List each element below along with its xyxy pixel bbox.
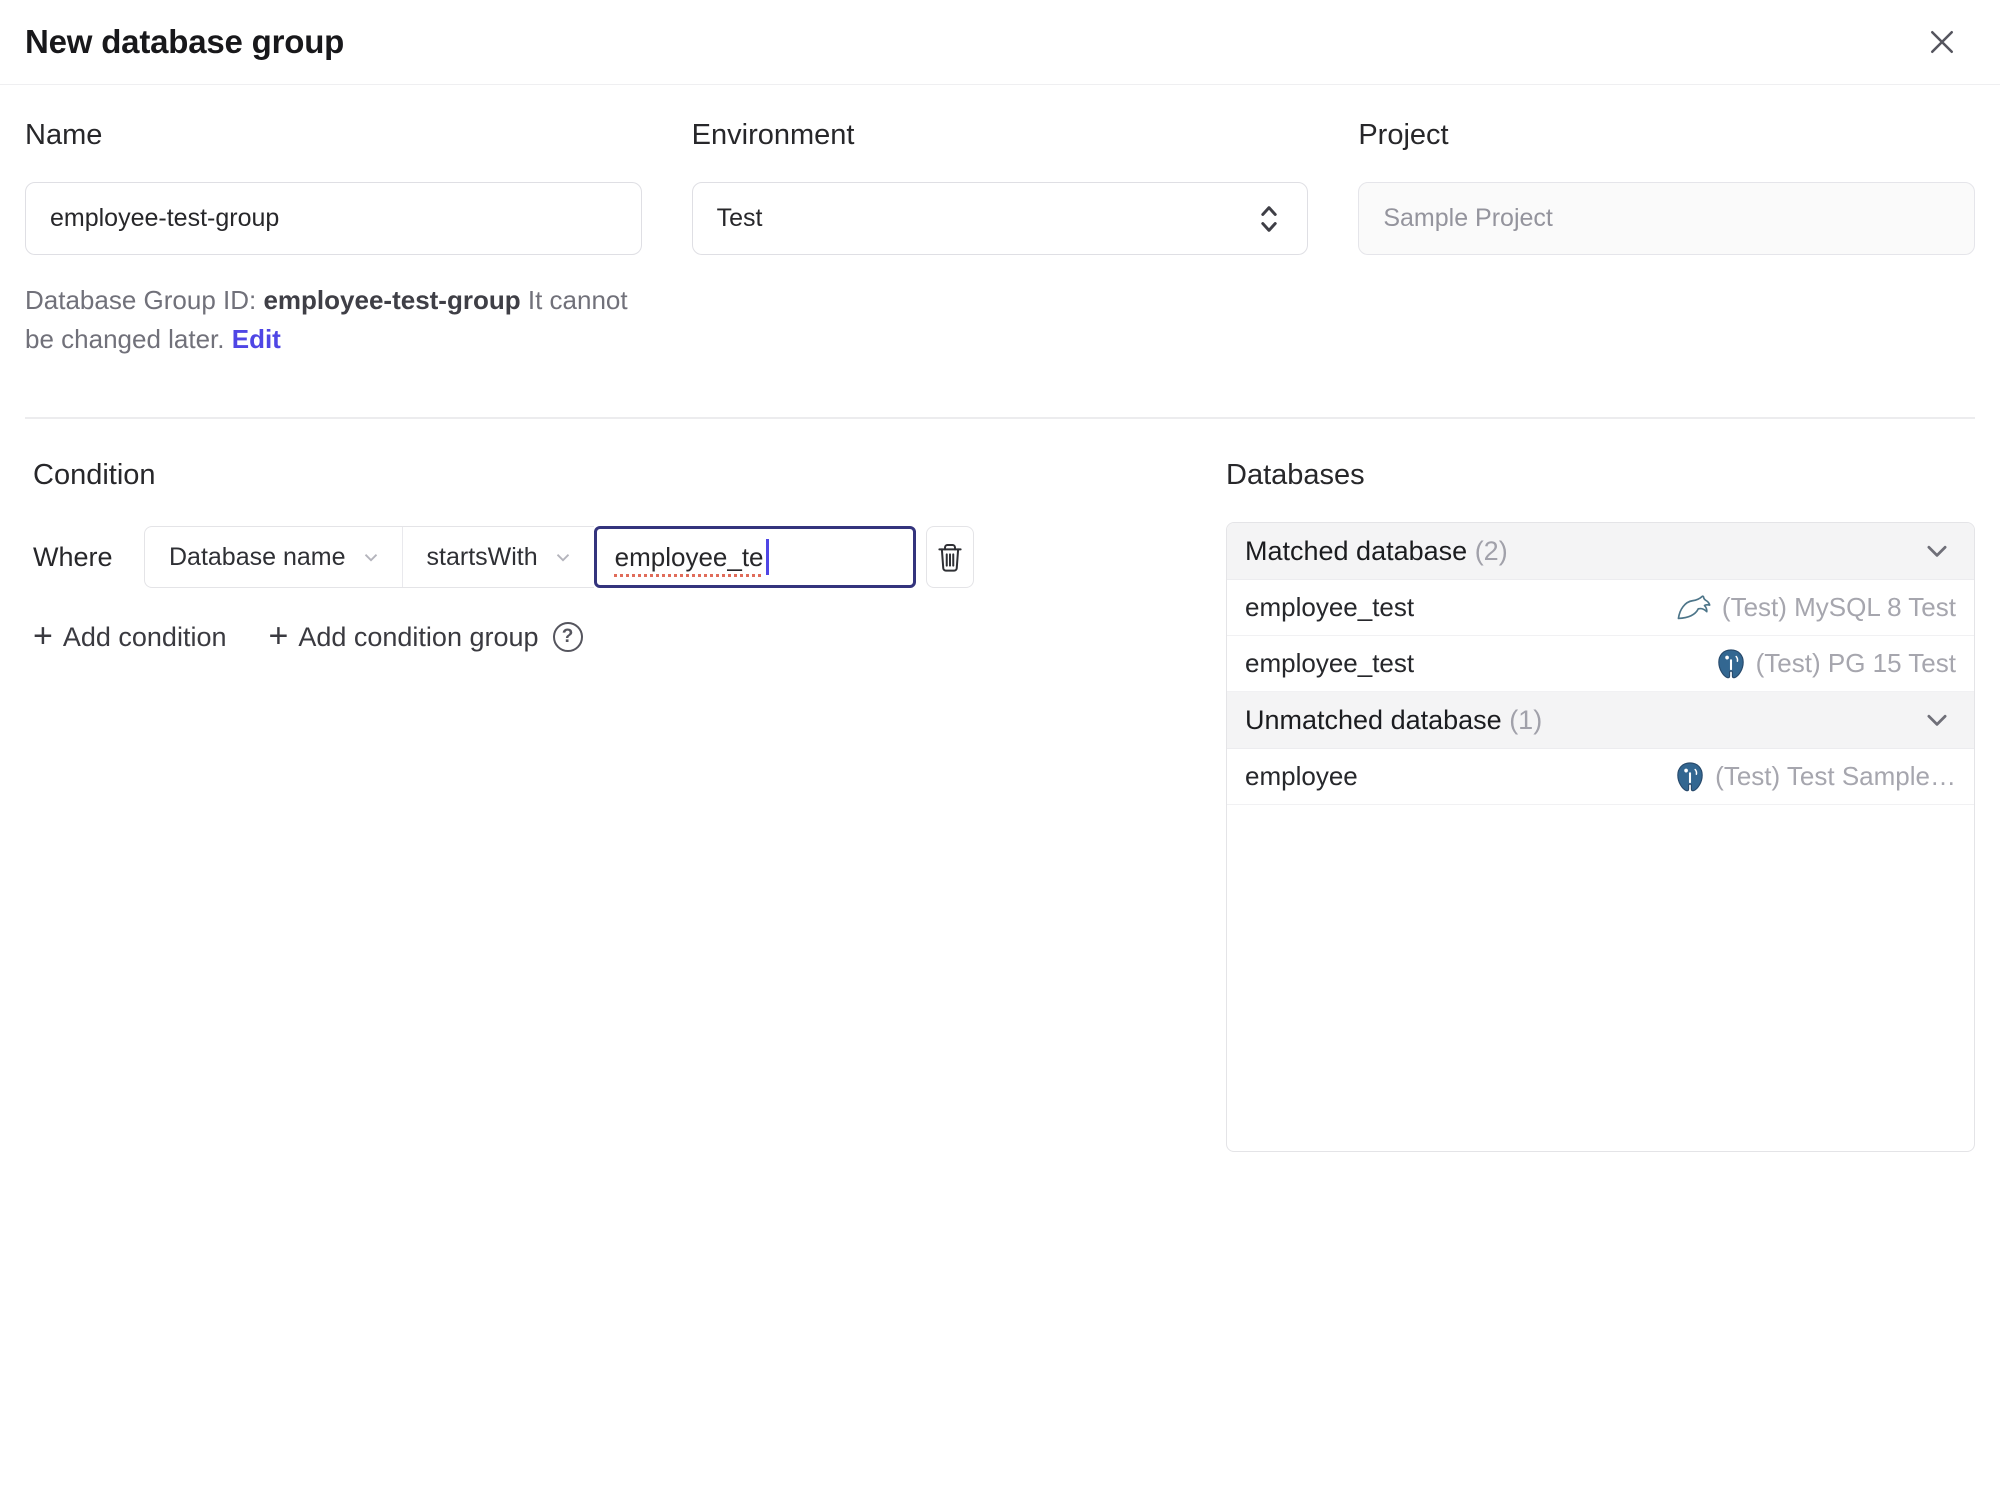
- condition-heading: Condition: [33, 459, 156, 491]
- condition-value-input[interactable]: employee_te: [593, 526, 916, 588]
- condition-actions: + Add condition + Add condition group ?: [33, 617, 1226, 655]
- environment-field-group: Environment Test: [691, 119, 1309, 359]
- database-instance-label: (Test) PG 15 Test: [1755, 648, 1956, 678]
- matched-database-count: (2): [1474, 535, 1508, 566]
- plus-icon: +: [268, 617, 289, 655]
- database-instance-label: (Test) MySQL 8 Test: [1721, 592, 1956, 622]
- name-input[interactable]: [25, 182, 642, 255]
- environment-value: Test: [716, 204, 763, 232]
- condition-operator-value: startsWith: [426, 542, 538, 571]
- postgresql-icon: [1716, 648, 1746, 680]
- environment-select[interactable]: Test: [691, 182, 1309, 255]
- condition-factor-value: Database name: [169, 542, 346, 571]
- add-condition-group-label: Add condition group: [298, 621, 539, 652]
- group-id-value: employee-test-group: [263, 285, 521, 315]
- trash-icon: [935, 541, 965, 574]
- add-condition-button[interactable]: + Add condition: [33, 617, 227, 655]
- page-title: New database group: [25, 23, 345, 60]
- database-name: employee_test: [1245, 592, 1415, 622]
- chevron-down-icon: [1922, 705, 1952, 735]
- close-button[interactable]: [1924, 24, 1960, 60]
- condition-section: Condition Where Database name startsWith: [33, 459, 1226, 1152]
- delete-condition-button[interactable]: [925, 526, 974, 588]
- chevron-down-icon: [360, 546, 382, 568]
- databases-panel: Matched database (2) employee_test (Test…: [1226, 522, 1975, 1152]
- condition-group: Database name startsWith: [144, 526, 594, 588]
- project-select: Sample Project: [1358, 182, 1975, 255]
- condition-operator-select[interactable]: startsWith: [401, 527, 594, 587]
- condition-value-text: employee_te: [614, 541, 764, 572]
- postgresql-icon: [1675, 761, 1705, 793]
- databases-section: Databases Matched database (2) employee_…: [1226, 459, 1975, 1152]
- database-row: employee_test (Test) MySQL 8 Test: [1227, 580, 1974, 636]
- group-id-note: Database Group ID: employee-test-group I…: [25, 281, 642, 359]
- chevron-up-down-icon: [1255, 202, 1283, 236]
- database-instance: (Test) PG 15 Test: [1716, 648, 1956, 680]
- plus-icon: +: [33, 617, 53, 655]
- database-name: employee_test: [1245, 648, 1415, 678]
- project-field-group: Project Sample Project: [1358, 119, 1975, 359]
- condition-row: Where Database name startsWith employee_…: [33, 526, 1226, 588]
- group-id-prefix: Database Group ID:: [25, 285, 257, 315]
- matched-database-header[interactable]: Matched database (2): [1227, 523, 1974, 580]
- mysql-icon: [1676, 594, 1712, 621]
- name-label: Name: [25, 119, 103, 151]
- database-name: employee: [1245, 761, 1358, 791]
- database-instance: (Test) MySQL 8 Test: [1676, 592, 1956, 623]
- text-cursor: [765, 539, 769, 575]
- project-label: Project: [1358, 119, 1449, 151]
- database-instance: (Test) Test Sample…: [1675, 761, 1956, 793]
- dialog-header: New database group: [0, 0, 2000, 85]
- unmatched-database-header[interactable]: Unmatched database (1): [1227, 692, 1974, 749]
- edit-link[interactable]: Edit: [232, 324, 281, 354]
- environment-label: Environment: [691, 119, 855, 151]
- database-row: employee (Test) Test Sample…: [1227, 749, 1974, 805]
- add-condition-group-button[interactable]: + Add condition group ?: [268, 617, 583, 655]
- chevron-down-icon: [552, 546, 574, 568]
- matched-database-label: Matched database (2): [1245, 535, 1508, 566]
- databases-heading: Databases: [1226, 459, 1365, 491]
- section-divider: [25, 417, 1975, 419]
- database-row: employee_test (Test) PG 15 Test: [1227, 636, 1974, 692]
- form-grid: Name Database Group ID: employee-test-gr…: [0, 119, 2000, 359]
- chevron-down-icon: [1922, 536, 1952, 566]
- main-area: Condition Where Database name startsWith: [0, 459, 2000, 1152]
- database-instance-label: (Test) Test Sample…: [1715, 761, 1956, 791]
- name-field-group: Name Database Group ID: employee-test-gr…: [25, 119, 642, 359]
- help-icon[interactable]: ?: [552, 622, 583, 652]
- where-label: Where: [33, 541, 113, 572]
- close-icon: [1924, 24, 1960, 60]
- unmatched-database-count: (1): [1509, 704, 1543, 735]
- unmatched-database-label: Unmatched database (1): [1245, 704, 1543, 735]
- project-value: Sample Project: [1383, 204, 1553, 232]
- condition-factor-select[interactable]: Database name: [145, 527, 402, 587]
- add-condition-label: Add condition: [62, 621, 227, 652]
